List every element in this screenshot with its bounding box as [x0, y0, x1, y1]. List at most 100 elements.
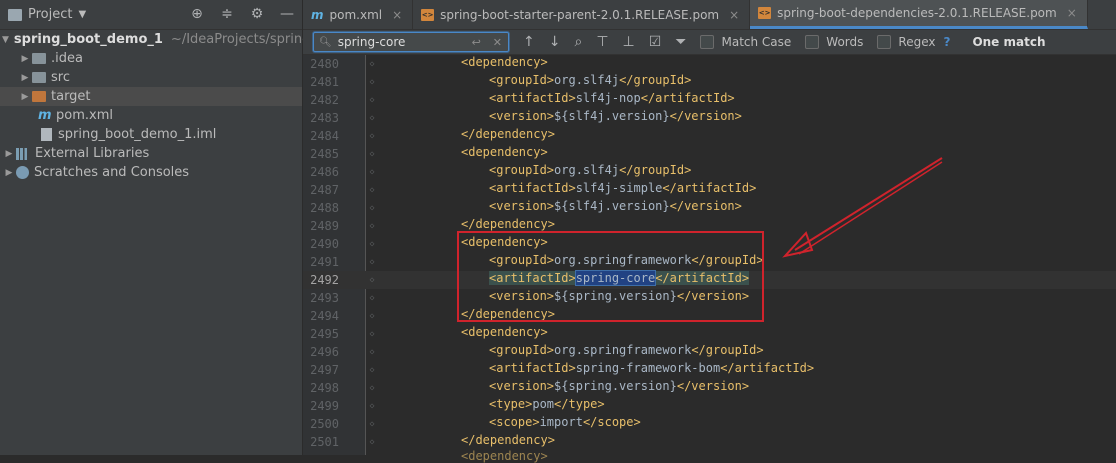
chevron-down-icon[interactable]: ▼ [78, 9, 86, 20]
xml-tag: </type> [554, 397, 605, 411]
fold-marker-icon[interactable]: ◇ [367, 91, 377, 109]
tree-root[interactable]: ▼ spring_boot_demo_1 ~/IdeaProjects/spri… [0, 30, 310, 49]
fold-marker-icon[interactable]: ◇ [367, 163, 377, 181]
fold-marker-icon[interactable]: ◇ [367, 73, 377, 91]
tree-item-external-libraries[interactable]: ▶ External Libraries [0, 144, 302, 163]
xml-tag: <groupId> [489, 343, 555, 357]
project-panel-header[interactable]: Project ▼ ⊕ ≑ ⚙ — [0, 0, 302, 30]
close-icon[interactable]: × [1067, 6, 1077, 20]
add-selection-icon[interactable]: ⊤ [596, 34, 608, 50]
match-case-box[interactable] [700, 35, 715, 49]
xml-tag: </version> [669, 199, 742, 213]
tree-item-label: External Libraries [35, 146, 150, 161]
fold-marker-icon[interactable]: ◇ [367, 199, 377, 217]
line-number: 2488 [310, 201, 339, 215]
remove-selection-icon[interactable]: ⊥ [623, 34, 635, 50]
fold-marker-icon[interactable]: ◇ [367, 379, 377, 397]
tab-pom-xml[interactable]: m pom.xml × [303, 0, 414, 29]
search-input[interactable] [335, 34, 450, 50]
regex-checkbox[interactable]: Regex [877, 35, 935, 49]
code-line-2488: <version>${slf4j.version}</version> [489, 199, 742, 213]
clear-icon[interactable]: ✕ [493, 36, 502, 49]
words-box[interactable] [805, 35, 820, 49]
crosshair-icon[interactable]: ⊕ [188, 5, 206, 23]
fold-marker-icon[interactable]: ◇ [367, 145, 377, 163]
editor-line: 2480 ◇ [303, 55, 1116, 73]
fold-marker-icon[interactable]: ◇ [367, 307, 377, 325]
words-checkbox[interactable]: Words [805, 35, 863, 49]
close-icon[interactable]: × [392, 8, 402, 22]
fold-marker-icon[interactable]: ◇ [367, 325, 377, 343]
editor-line: 2500 ◇ [303, 415, 1116, 433]
fold-marker-icon[interactable]: ◇ [367, 217, 377, 235]
excluded-folder-icon [32, 91, 46, 102]
xml-tag: </artifactId> [640, 91, 735, 105]
tree-root-path: ~/IdeaProjects/spring [170, 32, 311, 47]
tab-starter-parent[interactable]: <> spring-boot-starter-parent-2.0.1.RELE… [413, 0, 751, 29]
editor-tabs: m pom.xml × <> spring-boot-starter-paren… [303, 0, 1116, 30]
regex-help-link[interactable]: ? [943, 35, 950, 49]
tab-dependencies[interactable]: <> spring-boot-dependencies-2.0.1.RELEAS… [750, 0, 1088, 29]
fold-marker-icon[interactable]: ◇ [367, 253, 377, 271]
xml-tag: <version> [489, 109, 555, 123]
search-box[interactable]: 🔍︎ ↩ ✕ [313, 32, 509, 52]
xml-tag: <artifactId> [489, 91, 576, 105]
fold-marker-icon[interactable]: ◇ [367, 289, 377, 307]
editor-line: 2495 ◇ [303, 325, 1116, 343]
select-all-occurrences-icon[interactable]: ☑ [649, 34, 662, 50]
fold-marker-icon[interactable]: ◇ [367, 361, 377, 379]
collapse-arrow-icon[interactable]: ▶ [18, 73, 32, 83]
gear-icon[interactable]: ⚙ [248, 5, 266, 23]
collapse-arrow-icon[interactable]: ▶ [2, 168, 16, 178]
xml-tag: <dependency> [461, 145, 548, 159]
new-line-icon[interactable]: ↩ [472, 36, 481, 49]
maven-icon: m [38, 108, 52, 123]
collapse-arrow-icon[interactable]: ▶ [2, 149, 16, 159]
fold-marker-icon[interactable]: ◇ [367, 181, 377, 199]
find-all-icon[interactable]: ⌕ [574, 34, 582, 50]
xml-file-icon: <> [421, 8, 435, 21]
tree-item-idea[interactable]: ▶ .idea [0, 49, 302, 68]
collapse-arrow-icon[interactable]: ▶ [18, 54, 32, 64]
tree-item-target[interactable]: ▶ target [0, 87, 302, 106]
fold-marker-icon[interactable]: ◇ [367, 343, 377, 361]
collapse-arrow-icon[interactable]: ▶ [18, 92, 32, 102]
xml-tag: </dependency> [461, 433, 555, 447]
line-number: 2481 [310, 75, 339, 89]
line-number: 2487 [310, 183, 339, 197]
regex-label: Regex [898, 35, 936, 49]
tree-item-scratches[interactable]: ▶ Scratches and Consoles [0, 163, 302, 182]
code-line-2498: <version>${spring.version}</version> [489, 379, 749, 393]
next-occurrence-icon[interactable]: ↓ [549, 34, 561, 50]
fold-marker-icon[interactable]: ◇ [367, 235, 377, 253]
regex-box[interactable] [877, 35, 892, 49]
tab-label: pom.xml [329, 7, 383, 22]
tree-item-label: pom.xml [56, 108, 113, 123]
search-icon[interactable]: 🔍︎ [319, 37, 332, 48]
fold-marker-icon[interactable]: ◇ [367, 55, 377, 73]
fold-marker-icon[interactable]: ◇ [367, 127, 377, 145]
project-tree: ▼ spring_boot_demo_1 ~/IdeaProjects/spri… [0, 30, 310, 182]
xml-tag: <groupId> [489, 163, 555, 177]
xml-text: slf4j-simple [575, 181, 663, 195]
fold-marker-icon[interactable]: ◇ [367, 415, 377, 433]
previous-occurrence-icon[interactable]: ↑ [523, 34, 535, 50]
filter-icon[interactable]: ⏷ [675, 34, 686, 50]
tree-item-iml[interactable]: spring_boot_demo_1.iml [0, 125, 302, 144]
fold-marker-icon[interactable]: ◇ [367, 109, 377, 127]
expand-arrow-icon[interactable]: ▼ [2, 35, 9, 45]
tree-item-pom[interactable]: m pom.xml [0, 106, 302, 125]
fold-marker-icon[interactable]: ◇ [367, 433, 377, 451]
match-case-checkbox[interactable]: Match Case [700, 35, 791, 49]
collapse-all-icon[interactable]: ≑ [218, 5, 236, 23]
find-bar: 🔍︎ ↩ ✕ ↑ ↓ ⌕ ⊤ ⊥ ☑ ⏷ Match Case Words Re… [303, 30, 1116, 55]
line-number: 2495 [310, 327, 339, 341]
minimize-icon[interactable]: — [278, 5, 296, 23]
match-case-label: Match Case [721, 35, 792, 49]
tree-item-src[interactable]: ▶ src [0, 68, 302, 87]
fold-marker-icon[interactable]: ◇ [367, 271, 377, 289]
close-icon[interactable]: × [729, 8, 739, 22]
fold-marker-icon[interactable]: ◇ [367, 397, 377, 415]
folder-icon [32, 53, 46, 64]
xml-tag: <artifactId> [489, 181, 576, 195]
